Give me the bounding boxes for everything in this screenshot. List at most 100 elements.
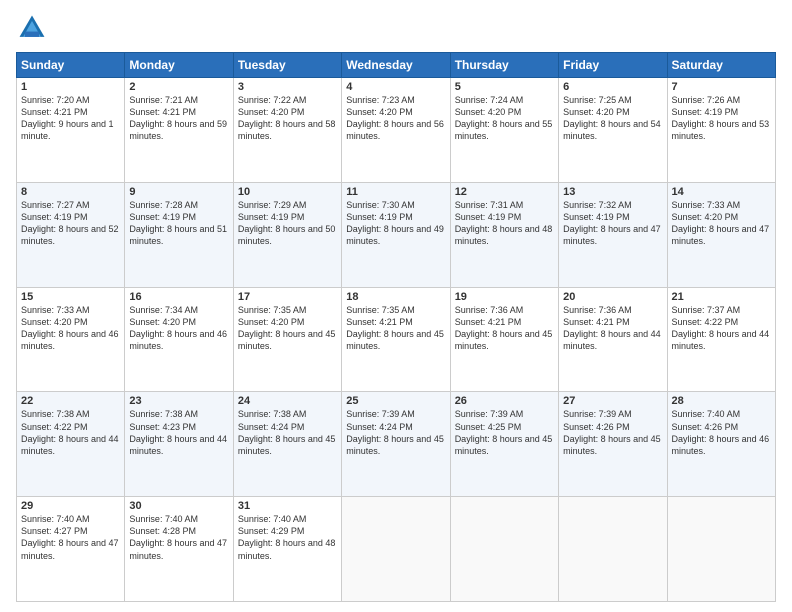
- day-info: Sunrise: 7:38 AMSunset: 4:22 PMDaylight:…: [21, 409, 119, 455]
- calendar-header-row: SundayMondayTuesdayWednesdayThursdayFrid…: [17, 53, 776, 78]
- day-cell: 8 Sunrise: 7:27 AMSunset: 4:19 PMDayligh…: [17, 182, 125, 287]
- day-info: Sunrise: 7:39 AMSunset: 4:24 PMDaylight:…: [346, 409, 444, 455]
- day-number: 16: [129, 291, 228, 303]
- day-info: Sunrise: 7:36 AMSunset: 4:21 PMDaylight:…: [563, 305, 661, 351]
- day-cell: [342, 497, 450, 602]
- logo-icon: [16, 12, 48, 44]
- day-info: Sunrise: 7:27 AMSunset: 4:19 PMDaylight:…: [21, 200, 119, 246]
- day-info: Sunrise: 7:37 AMSunset: 4:22 PMDaylight:…: [672, 305, 770, 351]
- day-info: Sunrise: 7:26 AMSunset: 4:19 PMDaylight:…: [672, 95, 770, 141]
- day-info: Sunrise: 7:39 AMSunset: 4:26 PMDaylight:…: [563, 409, 661, 455]
- day-info: Sunrise: 7:40 AMSunset: 4:29 PMDaylight:…: [238, 514, 336, 560]
- day-info: Sunrise: 7:40 AMSunset: 4:28 PMDaylight:…: [129, 514, 227, 560]
- day-number: 12: [455, 186, 554, 198]
- day-info: Sunrise: 7:40 AMSunset: 4:26 PMDaylight:…: [672, 409, 770, 455]
- day-cell: 24 Sunrise: 7:38 AMSunset: 4:24 PMDaylig…: [233, 392, 341, 497]
- day-cell: 9 Sunrise: 7:28 AMSunset: 4:19 PMDayligh…: [125, 182, 233, 287]
- day-info: Sunrise: 7:38 AMSunset: 4:23 PMDaylight:…: [129, 409, 227, 455]
- page: SundayMondayTuesdayWednesdayThursdayFrid…: [0, 0, 792, 612]
- day-cell: [667, 497, 775, 602]
- day-number: 22: [21, 395, 120, 407]
- day-cell: 5 Sunrise: 7:24 AMSunset: 4:20 PMDayligh…: [450, 78, 558, 183]
- day-number: 5: [455, 81, 554, 93]
- day-cell: [559, 497, 667, 602]
- day-info: Sunrise: 7:33 AMSunset: 4:20 PMDaylight:…: [21, 305, 119, 351]
- day-number: 14: [672, 186, 771, 198]
- day-info: Sunrise: 7:30 AMSunset: 4:19 PMDaylight:…: [346, 200, 444, 246]
- header-thursday: Thursday: [450, 53, 558, 78]
- day-number: 17: [238, 291, 337, 303]
- day-number: 11: [346, 186, 445, 198]
- day-info: Sunrise: 7:24 AMSunset: 4:20 PMDaylight:…: [455, 95, 553, 141]
- day-number: 9: [129, 186, 228, 198]
- day-number: 10: [238, 186, 337, 198]
- day-number: 7: [672, 81, 771, 93]
- header-saturday: Saturday: [667, 53, 775, 78]
- day-info: Sunrise: 7:21 AMSunset: 4:21 PMDaylight:…: [129, 95, 227, 141]
- day-info: Sunrise: 7:32 AMSunset: 4:19 PMDaylight:…: [563, 200, 661, 246]
- day-number: 15: [21, 291, 120, 303]
- day-cell: 12 Sunrise: 7:31 AMSunset: 4:19 PMDaylig…: [450, 182, 558, 287]
- day-number: 23: [129, 395, 228, 407]
- day-cell: 27 Sunrise: 7:39 AMSunset: 4:26 PMDaylig…: [559, 392, 667, 497]
- day-info: Sunrise: 7:33 AMSunset: 4:20 PMDaylight:…: [672, 200, 770, 246]
- calendar-table: SundayMondayTuesdayWednesdayThursdayFrid…: [16, 52, 776, 602]
- day-cell: 2 Sunrise: 7:21 AMSunset: 4:21 PMDayligh…: [125, 78, 233, 183]
- day-cell: 3 Sunrise: 7:22 AMSunset: 4:20 PMDayligh…: [233, 78, 341, 183]
- day-cell: 20 Sunrise: 7:36 AMSunset: 4:21 PMDaylig…: [559, 287, 667, 392]
- day-number: 8: [21, 186, 120, 198]
- day-cell: 16 Sunrise: 7:34 AMSunset: 4:20 PMDaylig…: [125, 287, 233, 392]
- day-info: Sunrise: 7:23 AMSunset: 4:20 PMDaylight:…: [346, 95, 444, 141]
- day-cell: 7 Sunrise: 7:26 AMSunset: 4:19 PMDayligh…: [667, 78, 775, 183]
- day-number: 26: [455, 395, 554, 407]
- day-number: 20: [563, 291, 662, 303]
- day-info: Sunrise: 7:39 AMSunset: 4:25 PMDaylight:…: [455, 409, 553, 455]
- week-row-5: 29 Sunrise: 7:40 AMSunset: 4:27 PMDaylig…: [17, 497, 776, 602]
- day-number: 21: [672, 291, 771, 303]
- day-cell: 4 Sunrise: 7:23 AMSunset: 4:20 PMDayligh…: [342, 78, 450, 183]
- day-cell: 6 Sunrise: 7:25 AMSunset: 4:20 PMDayligh…: [559, 78, 667, 183]
- header-tuesday: Tuesday: [233, 53, 341, 78]
- day-cell: 11 Sunrise: 7:30 AMSunset: 4:19 PMDaylig…: [342, 182, 450, 287]
- day-number: 29: [21, 500, 120, 512]
- day-number: 28: [672, 395, 771, 407]
- day-number: 2: [129, 81, 228, 93]
- day-info: Sunrise: 7:20 AMSunset: 4:21 PMDaylight:…: [21, 95, 114, 141]
- day-number: 24: [238, 395, 337, 407]
- header-sunday: Sunday: [17, 53, 125, 78]
- day-info: Sunrise: 7:28 AMSunset: 4:19 PMDaylight:…: [129, 200, 227, 246]
- header-friday: Friday: [559, 53, 667, 78]
- day-cell: 13 Sunrise: 7:32 AMSunset: 4:19 PMDaylig…: [559, 182, 667, 287]
- day-cell: 26 Sunrise: 7:39 AMSunset: 4:25 PMDaylig…: [450, 392, 558, 497]
- day-cell: 28 Sunrise: 7:40 AMSunset: 4:26 PMDaylig…: [667, 392, 775, 497]
- day-number: 13: [563, 186, 662, 198]
- week-row-1: 1 Sunrise: 7:20 AMSunset: 4:21 PMDayligh…: [17, 78, 776, 183]
- day-cell: 23 Sunrise: 7:38 AMSunset: 4:23 PMDaylig…: [125, 392, 233, 497]
- day-cell: 31 Sunrise: 7:40 AMSunset: 4:29 PMDaylig…: [233, 497, 341, 602]
- header-wednesday: Wednesday: [342, 53, 450, 78]
- day-cell: 18 Sunrise: 7:35 AMSunset: 4:21 PMDaylig…: [342, 287, 450, 392]
- day-cell: 19 Sunrise: 7:36 AMSunset: 4:21 PMDaylig…: [450, 287, 558, 392]
- day-info: Sunrise: 7:34 AMSunset: 4:20 PMDaylight:…: [129, 305, 227, 351]
- day-number: 30: [129, 500, 228, 512]
- day-info: Sunrise: 7:35 AMSunset: 4:20 PMDaylight:…: [238, 305, 336, 351]
- header-monday: Monday: [125, 53, 233, 78]
- day-info: Sunrise: 7:38 AMSunset: 4:24 PMDaylight:…: [238, 409, 336, 455]
- day-number: 18: [346, 291, 445, 303]
- day-info: Sunrise: 7:40 AMSunset: 4:27 PMDaylight:…: [21, 514, 119, 560]
- day-number: 31: [238, 500, 337, 512]
- day-cell: 21 Sunrise: 7:37 AMSunset: 4:22 PMDaylig…: [667, 287, 775, 392]
- day-number: 1: [21, 81, 120, 93]
- day-number: 6: [563, 81, 662, 93]
- day-cell: 15 Sunrise: 7:33 AMSunset: 4:20 PMDaylig…: [17, 287, 125, 392]
- day-cell: 30 Sunrise: 7:40 AMSunset: 4:28 PMDaylig…: [125, 497, 233, 602]
- day-info: Sunrise: 7:35 AMSunset: 4:21 PMDaylight:…: [346, 305, 444, 351]
- day-cell: 10 Sunrise: 7:29 AMSunset: 4:19 PMDaylig…: [233, 182, 341, 287]
- day-info: Sunrise: 7:25 AMSunset: 4:20 PMDaylight:…: [563, 95, 661, 141]
- day-number: 3: [238, 81, 337, 93]
- day-info: Sunrise: 7:31 AMSunset: 4:19 PMDaylight:…: [455, 200, 553, 246]
- day-number: 25: [346, 395, 445, 407]
- day-info: Sunrise: 7:22 AMSunset: 4:20 PMDaylight:…: [238, 95, 336, 141]
- day-number: 27: [563, 395, 662, 407]
- day-cell: 1 Sunrise: 7:20 AMSunset: 4:21 PMDayligh…: [17, 78, 125, 183]
